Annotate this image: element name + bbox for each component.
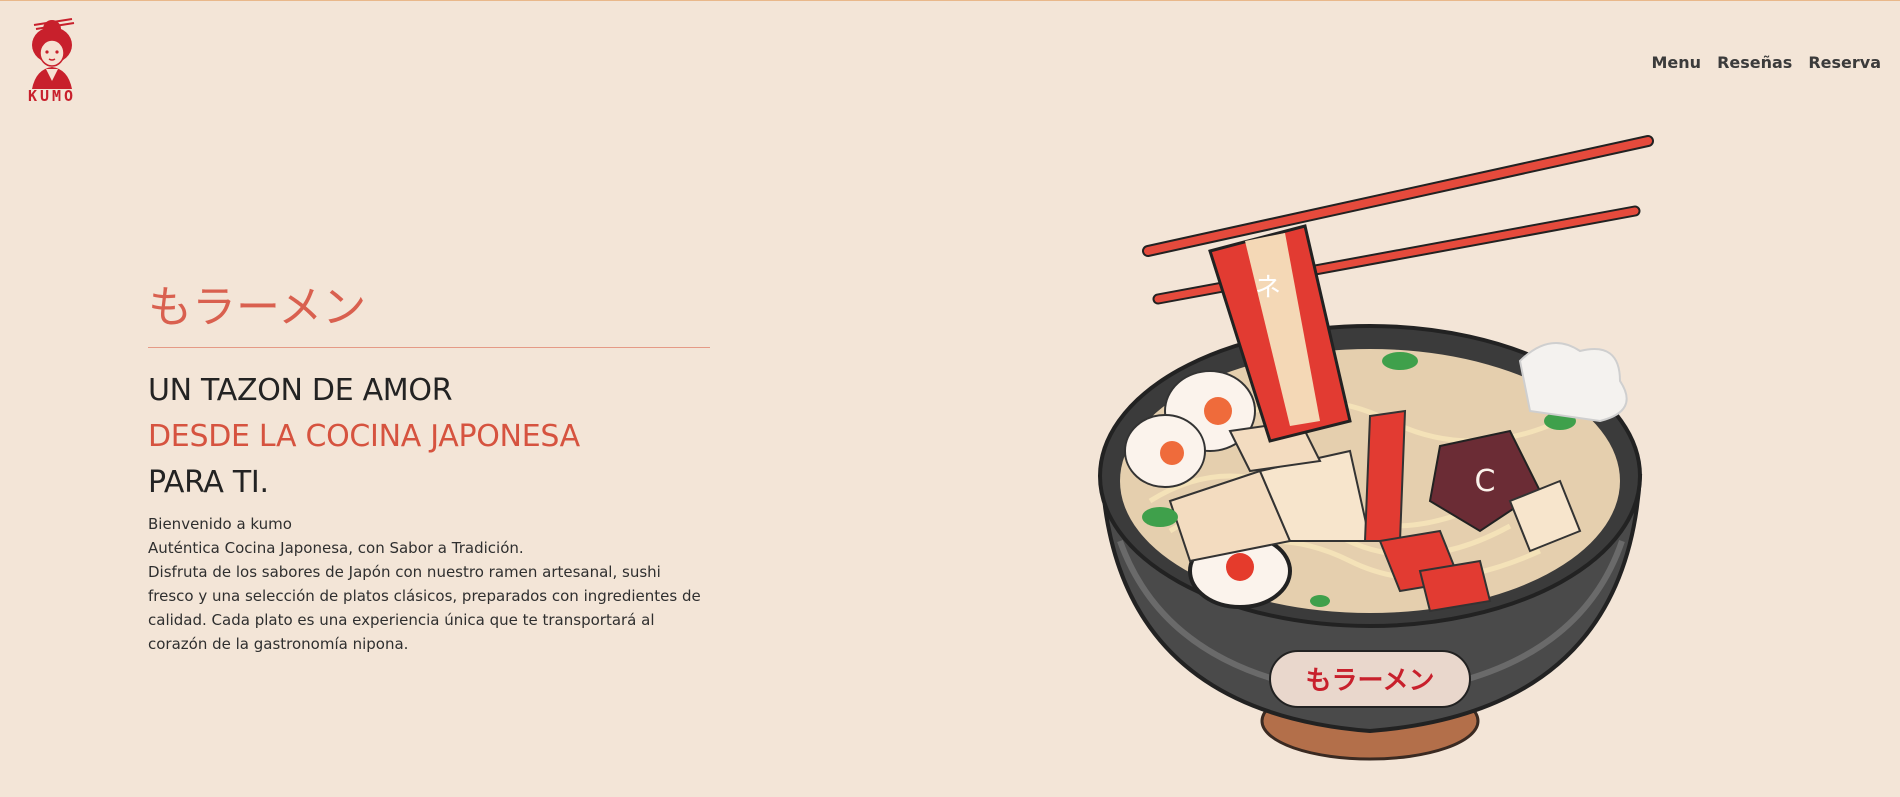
hero-divider (148, 347, 710, 348)
main-nav: Menu Reseñas Reserva (1652, 53, 1882, 72)
hero-headline-line1: UN TAZON DE AMOR (148, 373, 453, 408)
ramen-bowl-icon: もラーメン C ネ (1098, 135, 1654, 761)
svg-text:ネ: ネ (1255, 273, 1281, 303)
hero-headline-line3: PARA TI. (148, 465, 269, 500)
hero-tagline: Auténtica Cocina Japonesa, con Sabor a T… (148, 539, 524, 557)
hero-description: Disfruta de los sabores de Japón con nue… (148, 563, 701, 653)
bowl-label-text: もラーメン (1306, 666, 1435, 696)
hero-description-block: Bienvenido a kumo Auténtica Cocina Japon… (148, 512, 710, 656)
nav-item-resenas[interactable]: Reseñas (1717, 53, 1792, 72)
hero-jp-title: もラーメン (148, 282, 367, 333)
hero-headline-line2: DESDE LA COCINA JAPONESA (148, 419, 580, 454)
svg-text:C: C (1475, 464, 1496, 499)
ramen-illustration: もラーメン C ネ (1080, 121, 1660, 781)
brand-name: KUMO (27, 87, 77, 105)
hero-section: もラーメン UN TAZON DE AMOR DESDE LA COCINA J… (148, 279, 710, 656)
nav-item-reserva[interactable]: Reserva (1808, 53, 1881, 72)
nav-item-menu[interactable]: Menu (1652, 53, 1702, 72)
hero-welcome: Bienvenido a kumo (148, 515, 292, 533)
brand-logo[interactable]: KUMO (20, 15, 84, 107)
